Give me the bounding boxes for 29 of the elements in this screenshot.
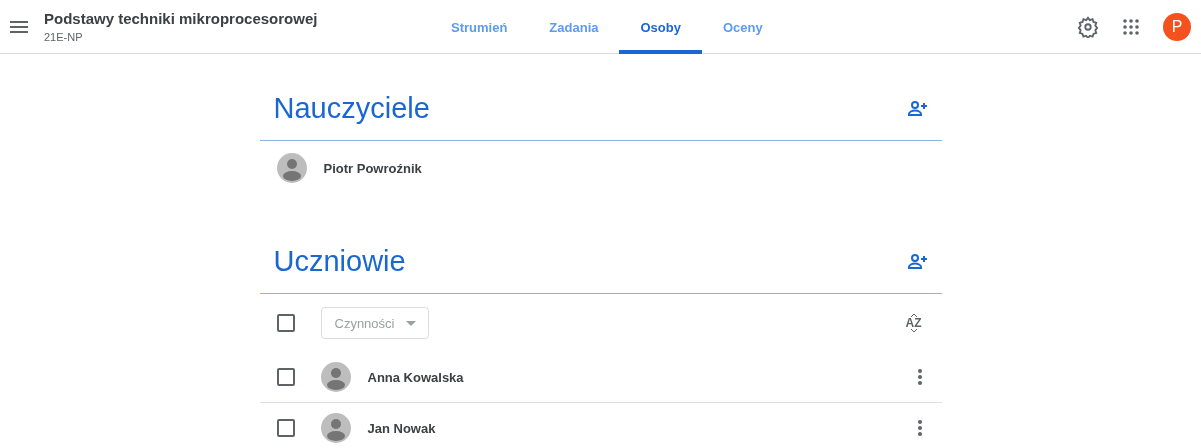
account-avatar[interactable]: P	[1163, 12, 1191, 41]
dropdown-caret-icon	[406, 320, 417, 326]
up-chevron-icon	[909, 313, 918, 317]
down-chevron-icon	[909, 329, 918, 333]
section-heading: Uczniowie	[273, 244, 406, 278]
class-section: 21E-NP	[44, 31, 318, 43]
section-heading: Nauczyciele	[273, 91, 430, 125]
menu-button[interactable]	[10, 20, 28, 33]
avatar-icon	[320, 413, 351, 443]
student-checkbox[interactable]	[276, 368, 295, 386]
class-title: Podstawy techniki mikroprocesorowej	[44, 10, 318, 27]
nav-tab[interactable]: Osoby	[619, 0, 702, 54]
add-person-button[interactable]	[907, 253, 928, 269]
nav-tab[interactable]: Zadania	[528, 0, 620, 54]
more-options-button[interactable]	[917, 420, 922, 436]
person-name: Jan Nowak	[367, 420, 436, 436]
settings-button[interactable]	[1077, 15, 1099, 38]
nav-tab[interactable]: Strumień	[430, 0, 529, 54]
person-name: Piotr Powroźnik	[323, 160, 422, 176]
nav-tab[interactable]: Oceny	[701, 0, 784, 54]
person-name: Anna Kowalska	[367, 369, 464, 385]
add-person-button[interactable]	[907, 100, 928, 116]
apps-grid-button[interactable]	[1123, 18, 1139, 35]
avatar-icon	[320, 362, 351, 392]
select-all-checkbox[interactable]	[276, 314, 295, 332]
sort-button[interactable]: AZ	[905, 313, 922, 333]
student-checkbox[interactable]	[276, 419, 295, 437]
more-options-button[interactable]	[917, 369, 922, 385]
avatar-icon	[276, 153, 307, 183]
